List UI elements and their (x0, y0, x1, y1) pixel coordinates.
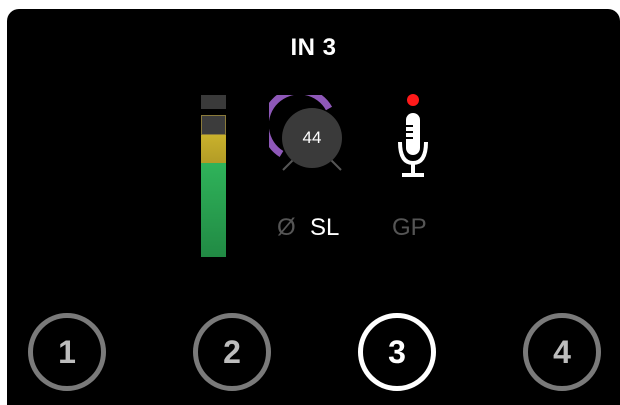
meter-empty-segment (201, 115, 226, 135)
phantom-power-graphic (398, 94, 428, 177)
mic-capsule (406, 113, 420, 155)
phantom-power-dot (407, 94, 419, 106)
gain-knob[interactable]: 44 (261, 87, 355, 181)
channel-title: IN 3 (290, 34, 337, 61)
channel-1-button[interactable]: 1 (28, 313, 106, 391)
channel-4-button[interactable]: 4 (523, 313, 601, 391)
meter-peak-segment (201, 95, 226, 109)
safe-label[interactable]: SL (310, 214, 339, 242)
microphone-icon[interactable] (393, 93, 433, 185)
meter-yellow-segment (201, 135, 226, 163)
meter-green-segment (201, 163, 226, 257)
channel-3-button[interactable]: 3 (358, 313, 436, 391)
meter-body (201, 115, 226, 257)
channel-2-button[interactable]: 2 (193, 313, 271, 391)
gain-value: 44 (282, 108, 342, 168)
input-level-meter (201, 95, 226, 257)
phase-invert-icon[interactable]: Ø (277, 214, 296, 242)
grip-label[interactable]: GP (392, 214, 427, 242)
input-screen: IN 3 44 Ø SL GP 1 2 3 4 (7, 9, 620, 405)
